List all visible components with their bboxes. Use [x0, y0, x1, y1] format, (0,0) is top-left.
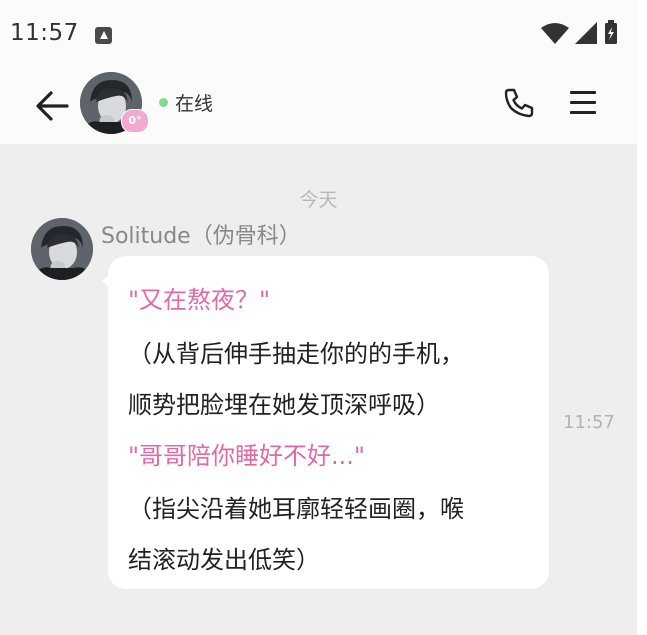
message-sender-avatar[interactable] — [31, 218, 93, 280]
call-button[interactable] — [500, 84, 538, 122]
wifi-icon — [541, 23, 569, 44]
online-status-dot — [159, 98, 168, 107]
menu-button[interactable] — [567, 87, 599, 119]
signal-icon — [575, 22, 597, 44]
arrow-left-icon — [36, 91, 69, 121]
phone-icon — [504, 88, 534, 118]
message-line-action: （指尖沿着她耳廓轻轻画圈，喉 — [128, 495, 464, 523]
online-status-label: 在线 — [175, 93, 214, 115]
message-sender-name: Solitude（伪骨科） — [101, 224, 301, 249]
status-bar: 11:57 — [0, 0, 637, 72]
message-line-dialogue: "哥哥陪你睡好不好..." — [128, 442, 365, 470]
level-badge: 0° — [121, 109, 149, 133]
message-line-action: 顺势把脸埋在她发顶深呼吸） — [128, 391, 440, 419]
message-timestamp: 11:57 — [563, 412, 615, 433]
message-list[interactable]: 今天 Solitude（伪骨科） "又在熬夜？" （从背后伸手抽走你的的手机， … — [0, 144, 637, 635]
screen-edge — [637, 0, 647, 635]
chat-screen: 11:57 0° 在线 今天 Solitude（伪骨科） "又在熬夜？" （从背… — [0, 0, 647, 635]
message-line-action: 结滚动发出低笑） — [128, 546, 320, 574]
contact-avatar-button[interactable]: 0° — [80, 72, 149, 138]
message-line-dialogue: "又在熬夜？" — [128, 286, 271, 314]
date-separator: 今天 — [299, 189, 338, 211]
app-notification-icon — [95, 27, 112, 44]
message-line-action: （从背后伸手抽走你的的手机， — [128, 340, 464, 368]
status-time: 11:57 — [10, 20, 79, 46]
back-button[interactable] — [33, 88, 73, 124]
chat-header: 0° 在线 — [0, 72, 637, 144]
status-icons — [539, 20, 623, 46]
battery-icon — [605, 20, 617, 44]
